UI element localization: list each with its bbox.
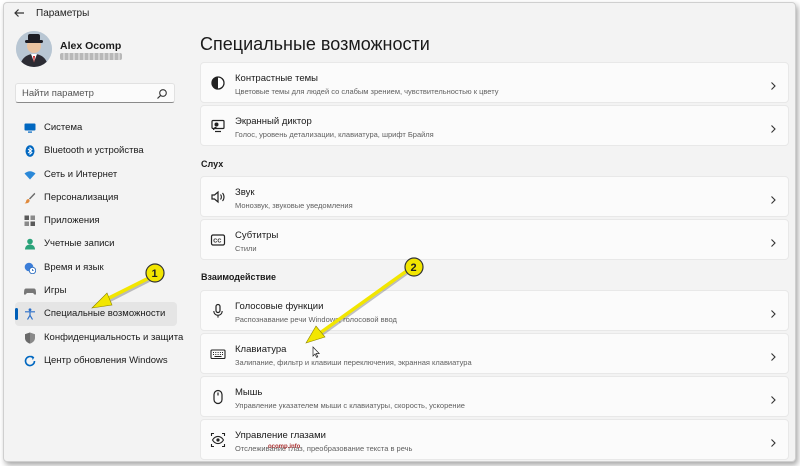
update-icon (24, 354, 36, 367)
window-title: Параметры (36, 8, 90, 19)
sidebar-item-bluetooth[interactable]: Bluetooth и устройства (15, 139, 177, 162)
sidebar-item-accounts[interactable]: Учетные записи (15, 232, 177, 255)
monitor-icon (24, 121, 36, 133)
card-narrator[interactable]: Экранный диктор Голос, уровень детализац… (200, 105, 789, 146)
sidebar-item-network[interactable]: Сеть и Интернет (15, 163, 177, 186)
captions-icon: CC (210, 232, 226, 248)
sidebar-item-privacy[interactable]: Конфиденциальность и защита (15, 326, 183, 349)
bluetooth-icon (24, 144, 36, 158)
card-speech[interactable]: Голосовые функции Распознавание речи Win… (200, 290, 789, 331)
sidebar-nav: Система Bluetooth и устройства Сеть и Ин… (15, 116, 183, 372)
title-bar: Параметры (4, 3, 795, 25)
brush-icon (24, 191, 36, 204)
user-name: Alex Ocomp (60, 40, 122, 52)
eye-icon (210, 432, 226, 448)
section-heading-interaction: Взаимодействие (201, 272, 277, 282)
microphone-icon (210, 303, 226, 319)
back-arrow-icon[interactable] (12, 7, 26, 21)
sidebar-item-personalization[interactable]: Персонализация (15, 186, 177, 209)
chevron-right-icon (768, 235, 778, 247)
sidebar-item-accessibility[interactable]: Специальные возможности (15, 302, 177, 326)
page-title: Специальные возможности (200, 34, 430, 54)
wifi-icon (24, 168, 36, 180)
svg-text:CC: CC (213, 239, 221, 245)
chevron-right-icon (768, 121, 778, 133)
sidebar-item-gaming[interactable]: Игры (15, 279, 177, 302)
apps-icon (24, 214, 36, 227)
watermark: ocomp.info (268, 444, 300, 450)
chevron-right-icon (768, 435, 778, 447)
card-eye-control[interactable]: Управление глазами Отслеживание глаз, пр… (200, 419, 789, 460)
gamepad-icon (23, 284, 37, 296)
search-input[interactable] (22, 86, 152, 101)
card-captions[interactable]: CC Субтитры Стили (200, 219, 789, 260)
contrast-icon (210, 75, 226, 91)
settings-window: Параметры Alex Ocomp Система Bluetooth (3, 2, 796, 462)
chevron-right-icon (768, 192, 778, 204)
search-box[interactable] (15, 83, 175, 103)
speaker-icon (210, 189, 226, 205)
narrator-icon (210, 118, 226, 134)
card-contrast-themes[interactable]: Контрастные темы Цветовые темы для людей… (200, 62, 789, 103)
mouse-icon (210, 389, 226, 405)
globe-clock-icon (24, 261, 37, 274)
sidebar-item-apps[interactable]: Приложения (15, 209, 177, 232)
avatar[interactable] (16, 31, 52, 67)
user-email-blurred (60, 53, 122, 60)
section-heading-hearing: Слух (201, 159, 224, 169)
chevron-right-icon (768, 349, 778, 361)
card-audio[interactable]: Звук Монозвук, звуковые уведомления (200, 176, 789, 217)
sidebar-item-system[interactable]: Система (15, 116, 177, 139)
shield-icon (24, 331, 36, 344)
watermark-text: ocomp.info (268, 444, 301, 450)
card-mouse[interactable]: Мышь Управление указателем мыши с клавиа… (200, 376, 789, 417)
card-keyboard[interactable]: Клавиатура Залипание, фильтр и клавиши п… (200, 333, 789, 374)
search-icon[interactable] (156, 87, 168, 99)
chevron-right-icon (768, 392, 778, 404)
chevron-right-icon (768, 306, 778, 318)
sidebar-item-windows-update[interactable]: Центр обновления Windows (15, 349, 177, 372)
keyboard-icon (210, 346, 226, 362)
chevron-right-icon (768, 78, 778, 90)
sidebar-item-time-language[interactable]: Время и язык (15, 256, 177, 279)
person-icon (24, 237, 36, 250)
accessibility-icon (24, 307, 36, 321)
